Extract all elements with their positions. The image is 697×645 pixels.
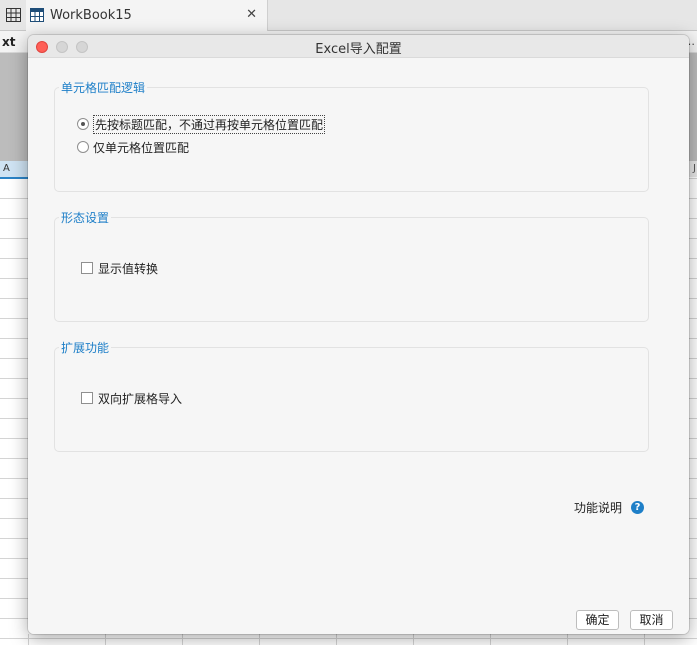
checkbox[interactable] — [81, 392, 93, 404]
workbook-name: WorkBook15 — [50, 8, 132, 23]
dialog-title: Excel导入配置 — [315, 42, 402, 57]
help-label: 功能说明 — [574, 501, 623, 515]
option-label: 双向扩展格导入 — [98, 391, 183, 406]
option-label: 仅单元格位置匹配 — [93, 140, 190, 155]
form-settings-group: 形态设置 显示值转换 — [54, 209, 649, 322]
extension-group: 扩展功能 双向扩展格导入 — [54, 339, 649, 452]
excel-import-config-dialog: Excel导入配置 单元格匹配逻辑 先按标题匹配，不通过再按单元格位置匹配 仅单… — [28, 35, 689, 634]
feature-help[interactable]: 功能说明 ? — [574, 499, 645, 516]
option-label: 显示值转换 — [98, 261, 159, 276]
close-tab-icon[interactable]: ✕ — [246, 7, 257, 22]
option-label: 先按标题匹配，不通过再按单元格位置匹配 — [93, 114, 326, 134]
checkbox-bidirectional-expand-import[interactable]: 双向扩展格导入 — [81, 389, 182, 407]
toolbar-text: xt — [2, 35, 16, 49]
workbook-tab-bar: WorkBook15 ✕ — [0, 0, 697, 31]
checkbox[interactable] — [81, 262, 93, 274]
column-header-a[interactable]: A — [0, 161, 28, 179]
column-a-label: A — [3, 163, 10, 174]
radio-title-then-position[interactable]: 先按标题匹配，不通过再按单元格位置匹配 — [77, 114, 326, 134]
group-title: 形态设置 — [59, 209, 112, 226]
radio-position-only[interactable]: 仅单元格位置匹配 — [77, 138, 189, 156]
group-title: 单元格匹配逻辑 — [59, 79, 148, 96]
ok-button[interactable]: 确定 — [576, 610, 619, 630]
radio-button[interactable] — [77, 141, 89, 153]
help-icon[interactable]: ? — [631, 501, 645, 514]
cancel-button[interactable]: 取消 — [630, 610, 673, 630]
dialog-body: 单元格匹配逻辑 先按标题匹配，不通过再按单元格位置匹配 仅单元格位置匹配 形态设… — [28, 57, 689, 634]
radio-button[interactable] — [77, 118, 89, 130]
cell-match-logic-group: 单元格匹配逻辑 先按标题匹配，不通过再按单元格位置匹配 仅单元格位置匹配 — [54, 79, 649, 192]
column-j-label: J — [693, 163, 696, 174]
workbook-icon — [30, 8, 44, 22]
checkbox-display-value-conversion[interactable]: 显示值转换 — [81, 259, 158, 277]
group-title: 扩展功能 — [59, 339, 112, 356]
workbook-tab[interactable]: WorkBook15 ✕ — [26, 0, 268, 31]
dialog-titlebar[interactable]: Excel导入配置 — [28, 35, 689, 57]
grid-columns-bottom — [28, 634, 688, 645]
grid-icon[interactable] — [6, 8, 21, 22]
